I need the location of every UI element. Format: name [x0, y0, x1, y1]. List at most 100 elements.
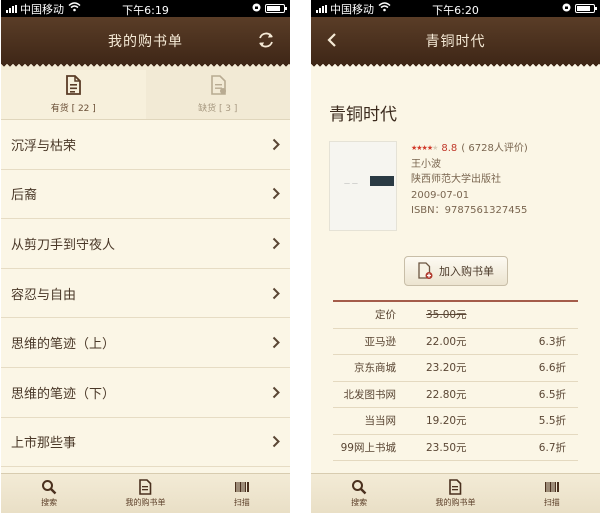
- book-name: 思维的笔迹（上）: [11, 337, 116, 353]
- status-bar: 中国移动 下午6:20: [311, 0, 600, 17]
- tabbar-label: 我的购书单: [435, 498, 476, 507]
- chevron-right-icon: [272, 436, 280, 448]
- store-price: 22.00元: [426, 335, 467, 348]
- document-icon: [139, 479, 152, 495]
- list-item[interactable]: 沉浮与枯荣: [1, 120, 290, 170]
- list-price: 35.00元: [426, 309, 467, 322]
- list-item[interactable]: 上市那些事: [1, 417, 290, 468]
- carrier-label: 中国移动: [330, 2, 374, 16]
- chevron-right-icon: [272, 287, 280, 299]
- book-name: 容忍与自由: [11, 287, 77, 303]
- tab-out-of-stock[interactable]: 缺货 [ 3 ]: [146, 70, 291, 119]
- store-name: 当当网: [364, 415, 397, 428]
- store-name: 北发图书网: [343, 388, 397, 401]
- barcode-icon: [544, 482, 559, 492]
- table-row[interactable]: 北发图书网 22.80元 6.5折: [333, 382, 578, 408]
- orientation-lock-icon: [252, 2, 261, 15]
- table-row[interactable]: 当当网 19.20元 5.5折: [333, 408, 578, 435]
- signal-icon: [6, 4, 17, 13]
- bottom-tab-bar: 搜索 我的购书单 扫描: [311, 473, 600, 513]
- book-publisher: 陕西师范大学出版社: [411, 174, 501, 185]
- tabbar-my-booklist[interactable]: 我的购书单: [407, 474, 503, 513]
- store-price: 23.20元: [426, 362, 467, 375]
- navbar-edge: [311, 64, 600, 70]
- tabbar-label: 我的购书单: [125, 498, 166, 507]
- tabbar-label: 扫描: [543, 498, 560, 507]
- add-document-icon: [418, 262, 433, 279]
- tab-label: 有货 [ 22 ]: [50, 104, 96, 114]
- store-discount: 6.3折: [538, 335, 566, 348]
- store-name: 99网上书城: [340, 441, 396, 454]
- tabbar-search[interactable]: 搜索: [311, 474, 407, 513]
- add-to-booklist-button[interactable]: 加入购书单: [403, 256, 508, 286]
- book-name: 思维的笔迹（下）: [11, 386, 116, 402]
- table-row[interactable]: 99网上书城 23.50元 6.7折: [333, 435, 578, 461]
- store-discount: 5.5折: [538, 415, 566, 428]
- store-price: 19.20元: [426, 415, 467, 428]
- list-item[interactable]: 思维的笔迹（上）: [1, 318, 290, 368]
- tabbar-scan[interactable]: 扫描: [504, 474, 600, 513]
- store-name: 京东商城: [354, 362, 396, 375]
- book-date: 2009-07-01: [411, 189, 470, 201]
- tabbar-label: 搜索: [351, 498, 368, 507]
- book-name: 后裔: [11, 188, 38, 204]
- orientation-lock-icon: [562, 2, 571, 15]
- rating-score: 8.8: [441, 143, 458, 154]
- book-name: 上市那些事: [11, 436, 77, 452]
- book-list-screen: 中国移动 下午6:19 我的购书单 有货 [ 22 ] 缺货 [ 3 ] 沉浮与…: [1, 0, 290, 513]
- list-item[interactable]: 后裔: [1, 169, 290, 220]
- store-price: 23.50元: [426, 441, 467, 454]
- book-detail-screen: 中国移动 下午6:20 青铜时代 青铜时代 — — ★★★★★ 8.8 ( 67…: [311, 0, 600, 513]
- tabbar-search[interactable]: 搜索: [1, 474, 97, 513]
- price-table: 定价 35.00元 亚马逊 22.00元 6.3折 京东商城 23.20元 6.…: [333, 300, 578, 461]
- search-icon: [42, 480, 57, 495]
- book-list: 沉浮与枯荣 后裔 从剪刀手到守夜人 容忍与自由 思维的笔迹（上） 思维的笔迹（下…: [1, 120, 290, 468]
- signal-icon: [316, 4, 327, 13]
- document-missing-icon: [209, 75, 227, 98]
- book-title: 青铜时代: [329, 105, 397, 125]
- document-icon: [64, 75, 82, 98]
- tabbar-label: 搜索: [41, 498, 58, 507]
- search-icon: [352, 480, 367, 495]
- list-item[interactable]: 思维的笔迹（下）: [1, 367, 290, 418]
- back-chevron-icon[interactable]: [325, 30, 339, 50]
- navigation-bar: 青铜时代: [311, 17, 600, 64]
- store-price: 22.80元: [426, 388, 467, 401]
- tabbar-label: 扫描: [233, 498, 250, 507]
- tabbar-my-booklist[interactable]: 我的购书单: [97, 474, 193, 513]
- rating: ★★★★★ 8.8 ( 6728人评价): [411, 141, 528, 157]
- tabbar-scan[interactable]: 扫描: [194, 474, 290, 513]
- tab-label: 缺货 [ 3 ]: [198, 104, 238, 114]
- status-bar: 中国移动 下午6:19: [1, 0, 290, 17]
- stock-tabs: 有货 [ 22 ] 缺货 [ 3 ]: [1, 70, 290, 120]
- price-label: 定价: [375, 309, 396, 322]
- battery-icon: [265, 4, 287, 13]
- book-author: 王小波: [411, 158, 441, 170]
- book-detail: 青铜时代 — — ★★★★★ 8.8 ( 6728人评价) 王小波 陕西师范大学…: [311, 100, 600, 461]
- chevron-right-icon: [272, 237, 280, 250]
- table-row[interactable]: 亚马逊 22.00元 6.3折: [333, 329, 578, 355]
- barcode-icon: [234, 482, 249, 492]
- refresh-icon[interactable]: [256, 30, 276, 50]
- wifi-icon: [68, 2, 81, 15]
- list-item[interactable]: 容忍与自由: [1, 268, 290, 319]
- list-item[interactable]: 从剪刀手到守夜人: [1, 219, 290, 269]
- table-row[interactable]: 京东商城 23.20元 6.6折: [333, 355, 578, 382]
- book-cover: — —: [329, 141, 397, 231]
- tab-in-stock[interactable]: 有货 [ 22 ]: [1, 70, 146, 119]
- store-discount: 6.5折: [538, 388, 566, 401]
- store-discount: 6.6折: [538, 362, 566, 375]
- store-name: 亚马逊: [364, 335, 397, 348]
- document-icon: [449, 479, 462, 495]
- chevron-right-icon: [272, 188, 280, 200]
- bottom-tab-bar: 搜索 我的购书单 扫描: [1, 473, 290, 513]
- list-price-row: 定价 35.00元: [333, 302, 578, 329]
- chevron-right-icon: [272, 336, 280, 349]
- battery-icon: [575, 4, 597, 13]
- chevron-right-icon: [272, 386, 280, 398]
- rating-stars-icon: ★★★★★: [411, 144, 438, 152]
- page-title: 我的购书单: [108, 33, 183, 50]
- book-name: 从剪刀手到守夜人: [11, 237, 116, 253]
- wifi-icon: [378, 2, 391, 15]
- book-meta: ★★★★★ 8.8 ( 6728人评价) 王小波 陕西师范大学出版社 2009-…: [411, 141, 528, 231]
